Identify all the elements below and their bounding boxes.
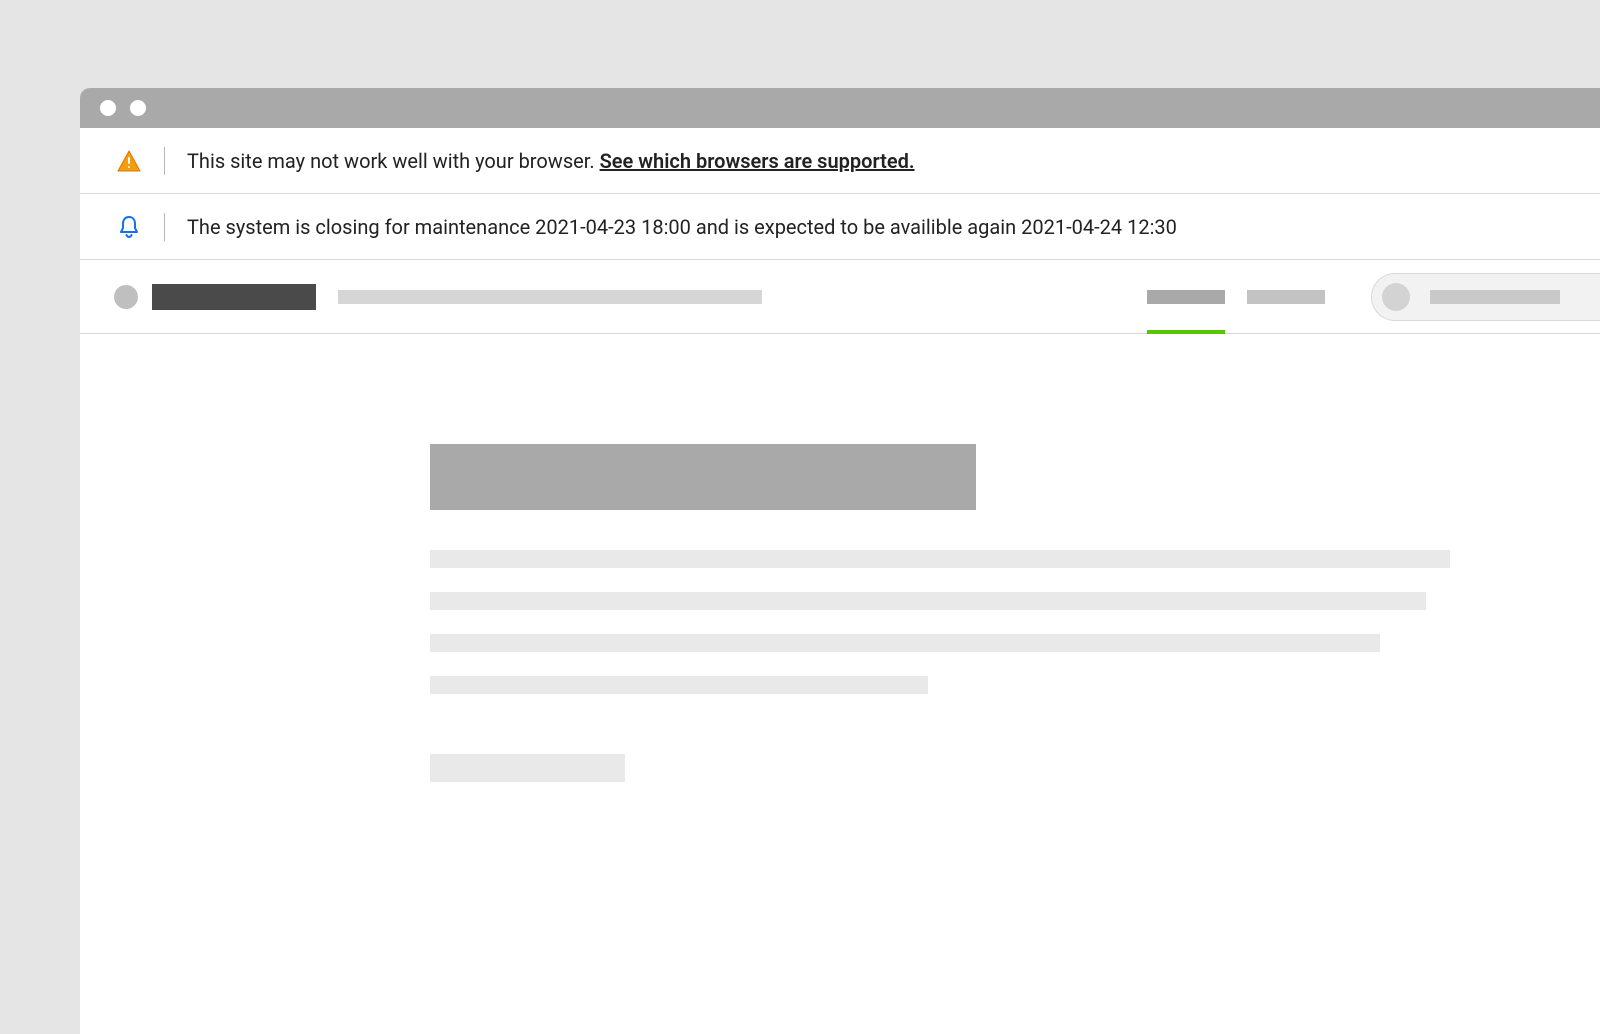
text-line-placeholder [430,592,1426,610]
text-line-placeholder [430,550,1450,568]
window-titlebar [80,88,1600,128]
nav-tab-label-placeholder [1247,290,1325,304]
warning-icon [116,150,142,172]
page-content [80,334,1600,1034]
logo-icon [114,285,138,309]
nav-tab-1[interactable] [1147,260,1225,333]
page-title-placeholder [430,444,976,510]
text-line-placeholder [430,676,928,694]
window-control-close[interactable] [100,100,116,116]
nav-tab-2[interactable] [1247,260,1325,333]
browser-warning-text: This site may not work well with your br… [187,149,915,173]
subtitle-placeholder [338,290,762,304]
user-name-placeholder [1430,290,1560,304]
brand-placeholder [152,284,316,310]
window-control-minimize[interactable] [130,100,146,116]
text-line-placeholder [430,634,1380,652]
maintenance-banner: The system is closing for maintenance 20… [80,194,1600,260]
avatar [1382,283,1410,311]
banner-divider [164,213,165,241]
supported-browsers-link[interactable]: See which browsers are supported. [600,149,915,173]
maintenance-text: The system is closing for maintenance 20… [187,215,1177,239]
app-header [80,260,1600,334]
browser-warning-message: This site may not work well with your br… [187,149,600,173]
bell-icon [116,215,142,239]
nav-tab-label-placeholder [1147,290,1225,304]
subheading-placeholder [430,754,625,782]
browser-window: This site may not work well with your br… [80,88,1600,1034]
banner-divider [164,147,165,175]
nav-tabs [1147,260,1325,333]
browser-warning-banner: This site may not work well with your br… [80,128,1600,194]
user-menu[interactable] [1371,273,1600,321]
